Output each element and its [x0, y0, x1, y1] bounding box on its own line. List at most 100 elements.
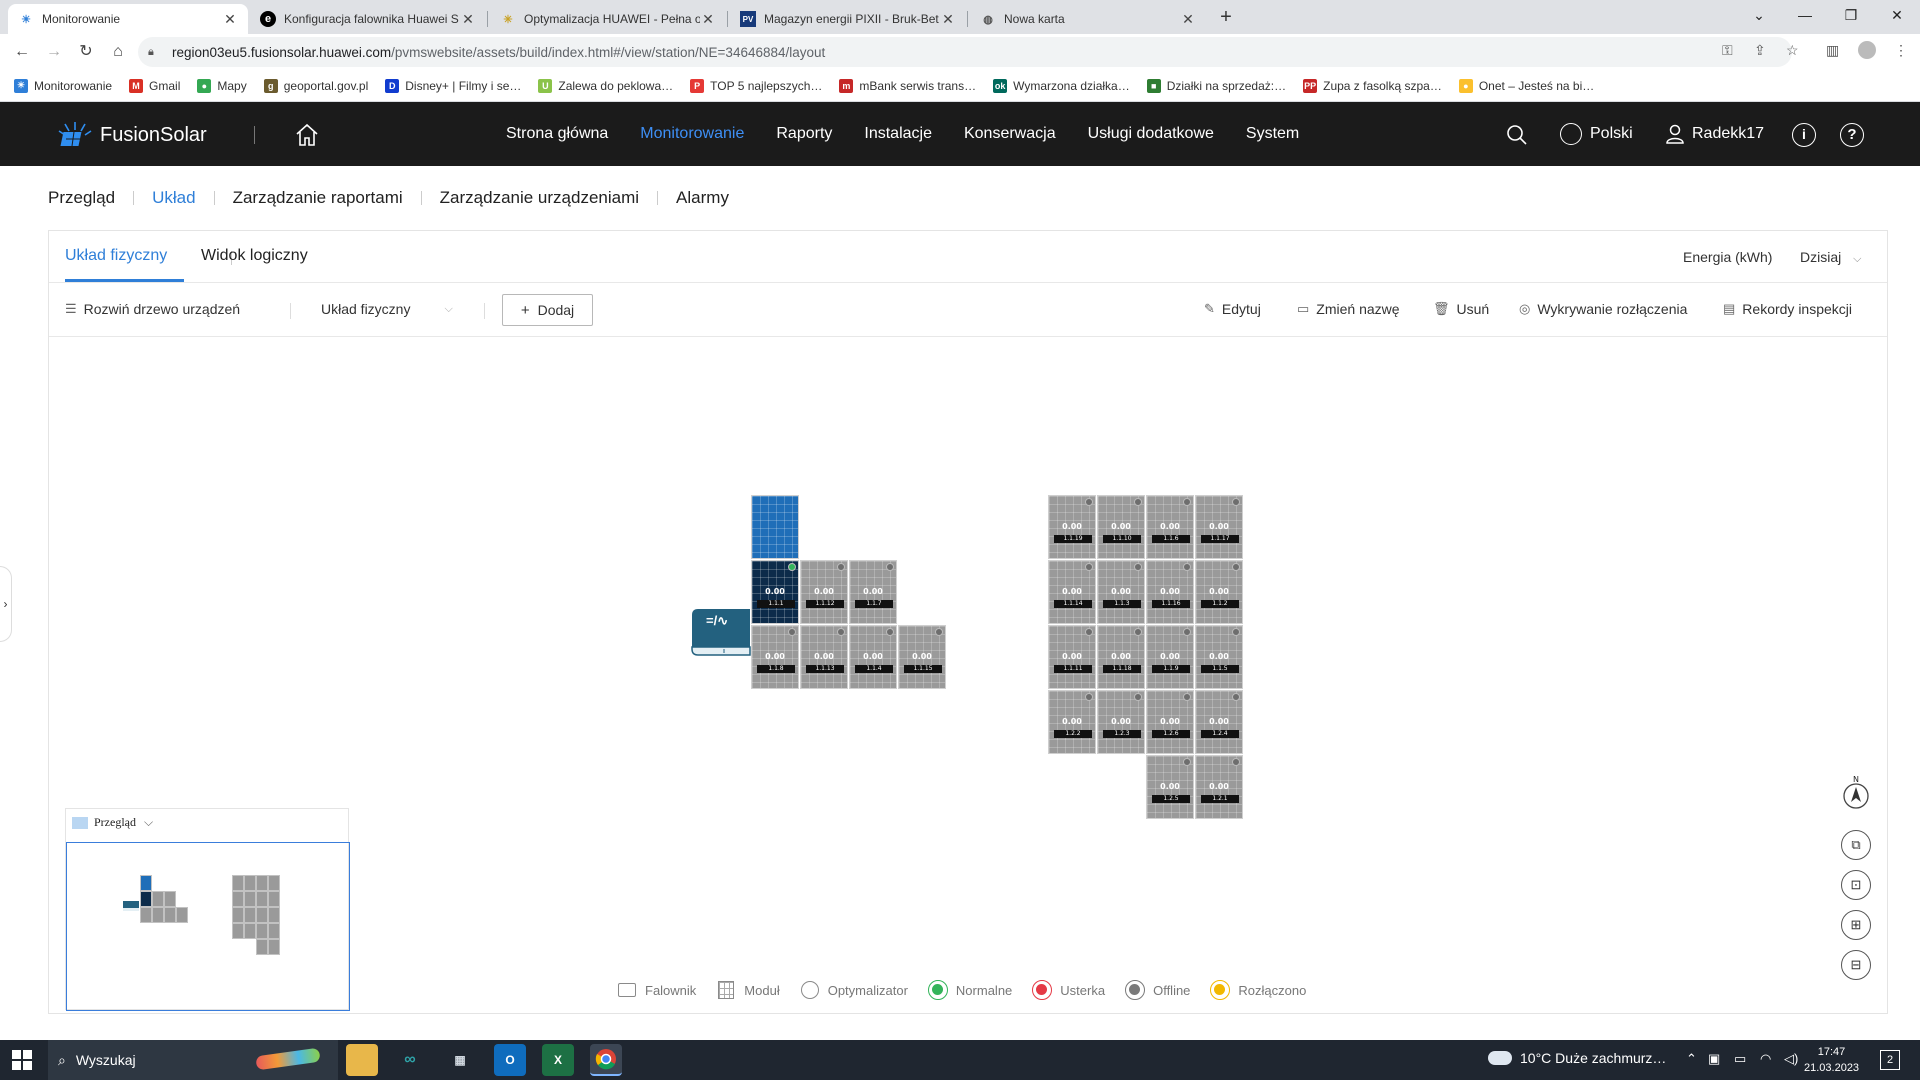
device-tree-tool-icon[interactable]: ⧉ — [1841, 830, 1871, 860]
zoom-out-icon[interactable]: ⊟ — [1841, 950, 1871, 980]
expand-device-tree-button[interactable]: ☰ Rozwiń drzewo urządzeń — [65, 301, 240, 317]
nav-instalacje[interactable]: Instalacje — [864, 125, 932, 143]
help-icon[interactable]: ? — [1840, 123, 1864, 147]
layout-type-select[interactable]: Układ fizyczny ⌵ — [321, 301, 453, 317]
reload-icon[interactable]: ↻ — [74, 40, 98, 64]
close-tab-icon[interactable]: ✕ — [1180, 11, 1196, 28]
pv-module[interactable]: 0.00 1.1.5 — [1195, 625, 1243, 689]
pv-module[interactable]: 0.00 1.1.8 — [751, 625, 799, 689]
bookmark-item[interactable]: ● Mapy — [197, 78, 247, 93]
browser-tab-nowa-karta[interactable]: ◍ Nowa karta ✕ — [970, 4, 1206, 34]
bookmark-item[interactable]: D Disney+ | Filmy i se… — [385, 78, 521, 93]
pv-module[interactable]: 0.00 1.1.13 — [800, 625, 848, 689]
pv-module[interactable]: 0.00 1.1.10 — [1097, 495, 1145, 559]
subnav-zarzadzanie-raportami[interactable]: Zarządzanie raportami — [233, 188, 403, 208]
nav-monitorowanie[interactable]: Monitorowanie — [640, 125, 744, 143]
subnav-alarmy[interactable]: Alarmy — [676, 188, 729, 208]
profile-avatar-icon[interactable] — [1858, 41, 1876, 59]
new-tab-button[interactable]: + — [1214, 5, 1238, 29]
home-icon[interactable]: ⌂ — [106, 40, 130, 64]
home-icon[interactable] — [294, 122, 320, 148]
pv-module[interactable]: 0.00 1.1.9 — [1146, 625, 1194, 689]
close-tab-icon[interactable]: ✕ — [222, 11, 238, 28]
pv-module[interactable]: 0.00 1.1.6 — [1146, 495, 1194, 559]
overview-viewport[interactable] — [66, 842, 350, 1011]
nav-strona-glowna[interactable]: Strona główna — [506, 125, 608, 143]
notifications-icon[interactable]: 2 — [1880, 1050, 1900, 1070]
close-tab-icon[interactable]: ✕ — [700, 11, 716, 28]
browser-tab-magazyn[interactable]: PV Magazyn energii PIXII - Bruk-Bet… ✕ — [730, 4, 966, 34]
pv-module[interactable]: 0.00 1.1.14 — [1048, 560, 1096, 624]
nav-system[interactable]: System — [1246, 125, 1299, 143]
pv-module[interactable]: 0.00 1.2.6 — [1146, 690, 1194, 754]
bookmark-item[interactable]: ■ Działki na sprzedaż:… — [1146, 78, 1286, 93]
expand-sidebar-handle[interactable]: › — [0, 566, 12, 642]
maximize-button[interactable]: ❐ — [1828, 0, 1874, 30]
add-button[interactable]: + Dodaj — [502, 294, 593, 326]
bookmark-star-icon[interactable]: ☆ — [1786, 42, 1799, 59]
tab-uklad-fizyczny[interactable]: Układ fizyczny — [65, 247, 167, 265]
close-window-button[interactable]: ✕ — [1874, 0, 1920, 30]
pv-module[interactable]: 0.00 1.2.4 — [1195, 690, 1243, 754]
forward-arrow-icon[interactable]: → — [42, 40, 66, 64]
pv-module[interactable]: 0.00 1.1.12 — [800, 560, 848, 624]
pv-module[interactable]: 0.00 1.1.16 — [1146, 560, 1194, 624]
bookmark-item[interactable]: g geoportal.gov.pl — [263, 78, 368, 93]
pv-module[interactable]: 0.00 1.1.11 — [1048, 625, 1096, 689]
minimize-button[interactable]: — — [1782, 0, 1828, 30]
chrome-icon[interactable] — [590, 1044, 622, 1076]
disconnection-detection-button[interactable]: ◎ Wykrywanie rozłączenia — [1519, 301, 1687, 317]
nav-uslugi-dodatkowe[interactable]: Usługi dodatkowe — [1088, 125, 1214, 143]
period-dropdown[interactable]: Dzisiaj ⌵ — [1800, 249, 1861, 266]
pv-module[interactable]: 0.00 1.1.1 — [751, 560, 799, 624]
key-icon[interactable]: ⚿ — [1722, 42, 1733, 59]
edit-button[interactable]: ✎ Edytuj — [1204, 301, 1261, 317]
pv-module[interactable]: 0.00 1.1.3 — [1097, 560, 1145, 624]
bookmark-item[interactable]: M Gmail — [129, 78, 180, 93]
pv-module[interactable]: 0.00 1.1.2 — [1195, 560, 1243, 624]
system-clock[interactable]: 17:47 21.03.2023 — [1804, 1044, 1859, 1076]
subnav-przeglad[interactable]: Przegląd — [48, 188, 115, 208]
bookmark-item[interactable]: P TOP 5 najlepszych… — [690, 78, 822, 93]
share-icon[interactable]: ⇪ — [1754, 42, 1766, 59]
pv-module[interactable]: 0.00 1.2.3 — [1097, 690, 1145, 754]
browser-tab-monitorowanie[interactable]: ☀ Monitorowanie ✕ — [8, 4, 248, 34]
fusionsolar-logo[interactable]: FusionSolar — [58, 120, 207, 150]
subnav-zarzadzanie-urzadzeniami[interactable]: Zarządzanie urządzeniami — [440, 188, 639, 208]
language-selector[interactable]: Polski — [1560, 102, 1633, 166]
energy-unit-label[interactable]: Energia (kWh) — [1683, 249, 1772, 265]
tab-widok-logiczny[interactable]: Widok logiczny — [201, 247, 308, 265]
battery-icon[interactable]: ▭ — [1734, 1051, 1746, 1067]
overview-header[interactable]: Przegląd ⌵ — [72, 815, 153, 830]
browser-tab-optymalizacja[interactable]: ✳ Optymalizacja HUAWEI - Pełna o… ✕ — [490, 4, 726, 34]
bookmark-item[interactable]: ● Onet – Jesteś na bi… — [1458, 78, 1594, 93]
tab-search-chevron-icon[interactable]: ⌄ — [1736, 0, 1782, 30]
back-arrow-icon[interactable]: ← — [10, 40, 34, 64]
delete-button[interactable]: 🗑︎ Usuń — [1433, 301, 1489, 317]
rename-button[interactable]: ▭ Zmień nazwę — [1297, 301, 1400, 317]
file-explorer-icon[interactable] — [346, 1044, 378, 1076]
bookmark-item[interactable]: ok Wymarzona działka… — [993, 78, 1130, 93]
address-bar[interactable]: 🔒︎ region03eu5.fusionsolar.huawei.com/pv… — [138, 37, 1792, 67]
weather-widget[interactable]: 10°C Duże zachmurz… — [1488, 1050, 1666, 1066]
pv-module[interactable] — [751, 495, 799, 559]
compass-north-icon[interactable]: N — [1841, 776, 1871, 809]
close-tab-icon[interactable]: ✕ — [940, 11, 956, 28]
pv-module[interactable]: 0.00 1.2.2 — [1048, 690, 1096, 754]
pv-module[interactable]: 0.00 1.1.4 — [849, 625, 897, 689]
browser-tab-konfiguracja[interactable]: e Konfiguracja falownika Huawei S… ✕ — [250, 4, 486, 34]
layout-canvas[interactable]: 0.00 1.1.1 0.00 1.1.12 0.00 1.1.7 0.00 1.1.8 0.0… — [49, 338, 1887, 1013]
pv-module[interactable]: 0.00 1.1.19 — [1048, 495, 1096, 559]
browser-menu-icon[interactable]: ⋮ — [1894, 42, 1908, 59]
info-icon[interactable]: i — [1792, 123, 1816, 147]
subnav-uklad[interactable]: Układ — [152, 188, 195, 208]
nav-raporty[interactable]: Raporty — [776, 125, 832, 143]
close-tab-icon[interactable]: ✕ — [460, 11, 476, 28]
fit-view-icon[interactable]: ⊡ — [1841, 870, 1871, 900]
volume-icon[interactable]: ◁) — [1784, 1051, 1798, 1067]
zoom-in-icon[interactable]: ⊞ — [1841, 910, 1871, 940]
search-icon[interactable] — [1506, 124, 1528, 146]
pv-module[interactable]: 0.00 1.2.5 — [1146, 755, 1194, 819]
arduino-icon[interactable]: ∞ — [394, 1044, 426, 1076]
excel-icon[interactable]: X — [542, 1044, 574, 1076]
